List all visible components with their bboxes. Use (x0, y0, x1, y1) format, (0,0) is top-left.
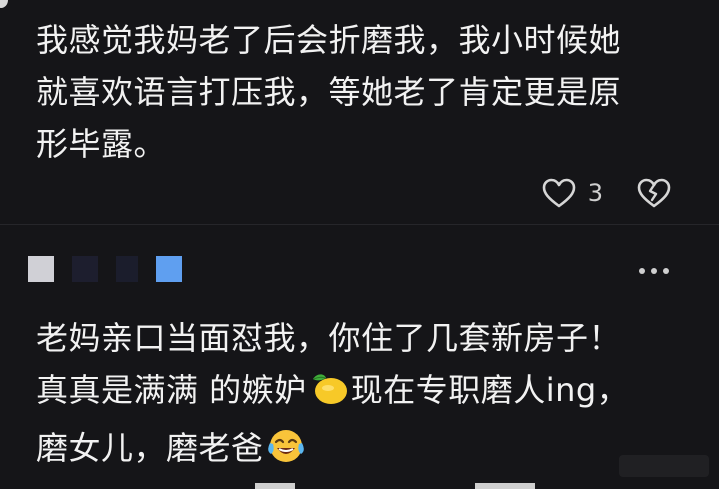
divider (0, 224, 719, 225)
like-count: 3 (587, 179, 603, 207)
dot (651, 268, 657, 274)
crying-laughing-emoji (266, 427, 306, 480)
comment-actions: 3 (542, 178, 671, 208)
username-redacted (156, 256, 182, 282)
avatar[interactable] (28, 256, 54, 282)
comment-line: 真真是满满 的嫉妒 现在专职磨人ing， (36, 364, 696, 422)
comment-segment: 磨女儿，磨老爸 (36, 429, 264, 467)
comment-line: 就喜欢语言打压我，等她老了肯定更是原 (36, 73, 622, 111)
username-redacted (116, 256, 138, 282)
user-info[interactable] (28, 256, 182, 282)
dot (639, 268, 645, 274)
comment-text: 老妈亲口当面怼我，你住了几套新房子！ 真真是满满 的嫉妒 现在专职磨人ing， … (36, 312, 696, 480)
like-button[interactable]: 3 (542, 178, 603, 208)
comment-segment: 现在专职磨人ing， (350, 371, 630, 409)
comment-line: 我感觉我妈老了后会折磨我，我小时候她 (36, 21, 622, 59)
bottom-bar (0, 481, 719, 489)
comment-text: 我感觉我妈老了后会折磨我，我小时候她 就喜欢语言打压我，等她老了肯定更是原 形毕… (36, 14, 696, 170)
bottom-element (475, 483, 535, 489)
comment-segment: 真真是满满 的嫉妒 (36, 371, 307, 409)
comment-line: 磨女儿，磨老爸 (36, 422, 696, 480)
heart-icon (542, 178, 576, 208)
dot (663, 268, 669, 274)
broken-heart-icon[interactable] (637, 178, 671, 208)
avatar (0, 0, 8, 8)
more-dots-icon[interactable] (639, 268, 669, 274)
watermark (619, 455, 709, 477)
username-redacted (72, 256, 98, 282)
comment-line: 老妈亲口当面怼我，你住了几套新房子！ (36, 319, 622, 357)
lemon-emoji (309, 370, 349, 422)
comment-line: 形毕露。 (36, 125, 167, 163)
bottom-element (255, 483, 295, 489)
